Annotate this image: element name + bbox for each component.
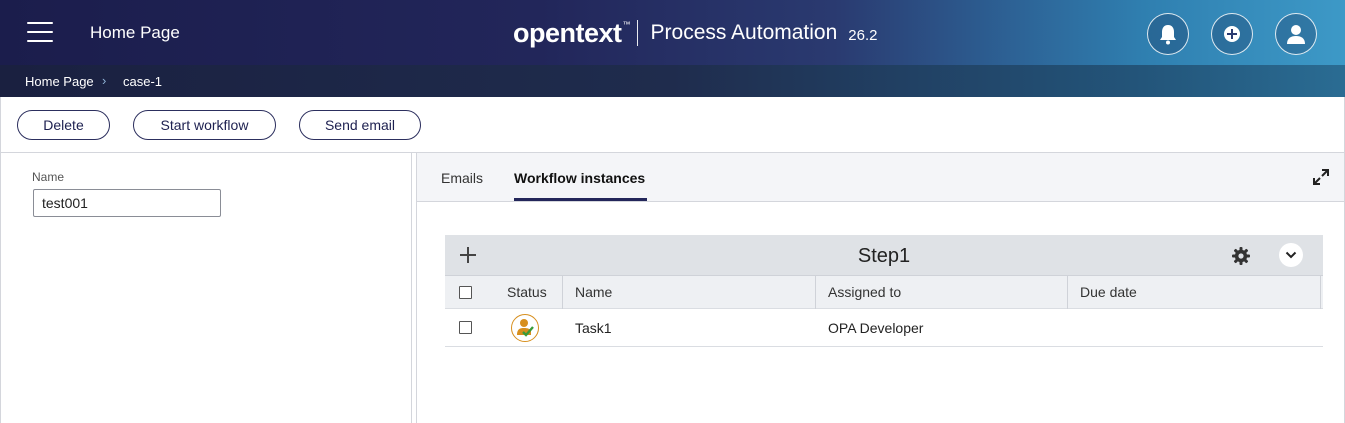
send-email-button[interactable]: Send email [299, 110, 421, 140]
app-header: Home Page opentext ™ Process Automation … [0, 0, 1345, 65]
brand-product: Process Automation [650, 21, 838, 44]
grid-title: Step1 [857, 245, 911, 267]
select-all-checkbox[interactable] [459, 285, 472, 299]
tab-emails[interactable]: Emails [441, 170, 483, 186]
brand-logo: opentext [513, 17, 622, 48]
tabs-bar: Emails Workflow instances [417, 153, 1344, 202]
collapse-button[interactable] [1279, 243, 1303, 267]
bell-icon [1160, 25, 1176, 45]
breadcrumb-item-case[interactable]: case-1 [123, 74, 162, 89]
row-select-cell [459, 309, 472, 346]
chevron-down-icon [1285, 251, 1297, 259]
workflow-grid: Step1 Status Name Assigned to Due date T… [445, 235, 1323, 347]
column-divider [1067, 276, 1068, 309]
action-toolbar: Delete Start workflow Send email [0, 97, 1345, 153]
breadcrumb-item-home[interactable]: Home Page [25, 74, 94, 89]
select-all-cell [459, 276, 472, 308]
row-status-cell [511, 309, 539, 346]
brand-trademark: ™ [622, 19, 631, 29]
tab-workflow-instances[interactable]: Workflow instances [514, 170, 645, 186]
content-panel: Emails Workflow instances Step1 Status N… [416, 153, 1345, 423]
column-header-name[interactable]: Name [575, 276, 612, 308]
column-header-assigned-to[interactable]: Assigned to [828, 276, 901, 308]
row-assigned-to-cell: OPA Developer [828, 319, 924, 336]
brand-version: 26.2 [848, 26, 878, 44]
name-field[interactable] [33, 189, 221, 217]
column-divider [815, 276, 816, 309]
delete-button[interactable]: Delete [17, 110, 110, 140]
brand-divider [636, 20, 638, 46]
column-header-status[interactable]: Status [507, 276, 547, 308]
user-profile-button[interactable] [1275, 13, 1317, 55]
name-field-label: Name [32, 170, 65, 184]
menu-icon[interactable] [27, 22, 53, 44]
row-name-cell[interactable]: Task1 [575, 309, 612, 346]
brand: opentext ™ Process Automation 26.2 [513, 18, 877, 48]
grid-header: Step1 [445, 235, 1323, 276]
user-icon [1287, 25, 1305, 44]
gear-icon[interactable] [1231, 246, 1251, 266]
create-button[interactable] [1211, 13, 1253, 55]
app-title: Home Page [90, 23, 180, 42]
table-row[interactable]: Task1 OPA Developer [445, 309, 1323, 347]
start-workflow-button[interactable]: Start workflow [133, 110, 276, 140]
expand-icon[interactable] [1312, 168, 1330, 186]
user-check-icon [511, 313, 539, 342]
active-tab-indicator [514, 198, 647, 201]
column-header-due-date[interactable]: Due date [1080, 276, 1137, 308]
properties-panel: Name [0, 153, 412, 423]
breadcrumb: Home Page › case-1 [0, 65, 1345, 97]
column-divider [562, 276, 563, 309]
grid-column-headers: Status Name Assigned to Due date [445, 276, 1323, 309]
notifications-button[interactable] [1147, 13, 1189, 55]
breadcrumb-separator-icon: › [102, 73, 107, 88]
row-checkbox[interactable] [459, 321, 472, 334]
column-divider [1320, 276, 1321, 309]
add-circle-icon [1224, 26, 1240, 42]
